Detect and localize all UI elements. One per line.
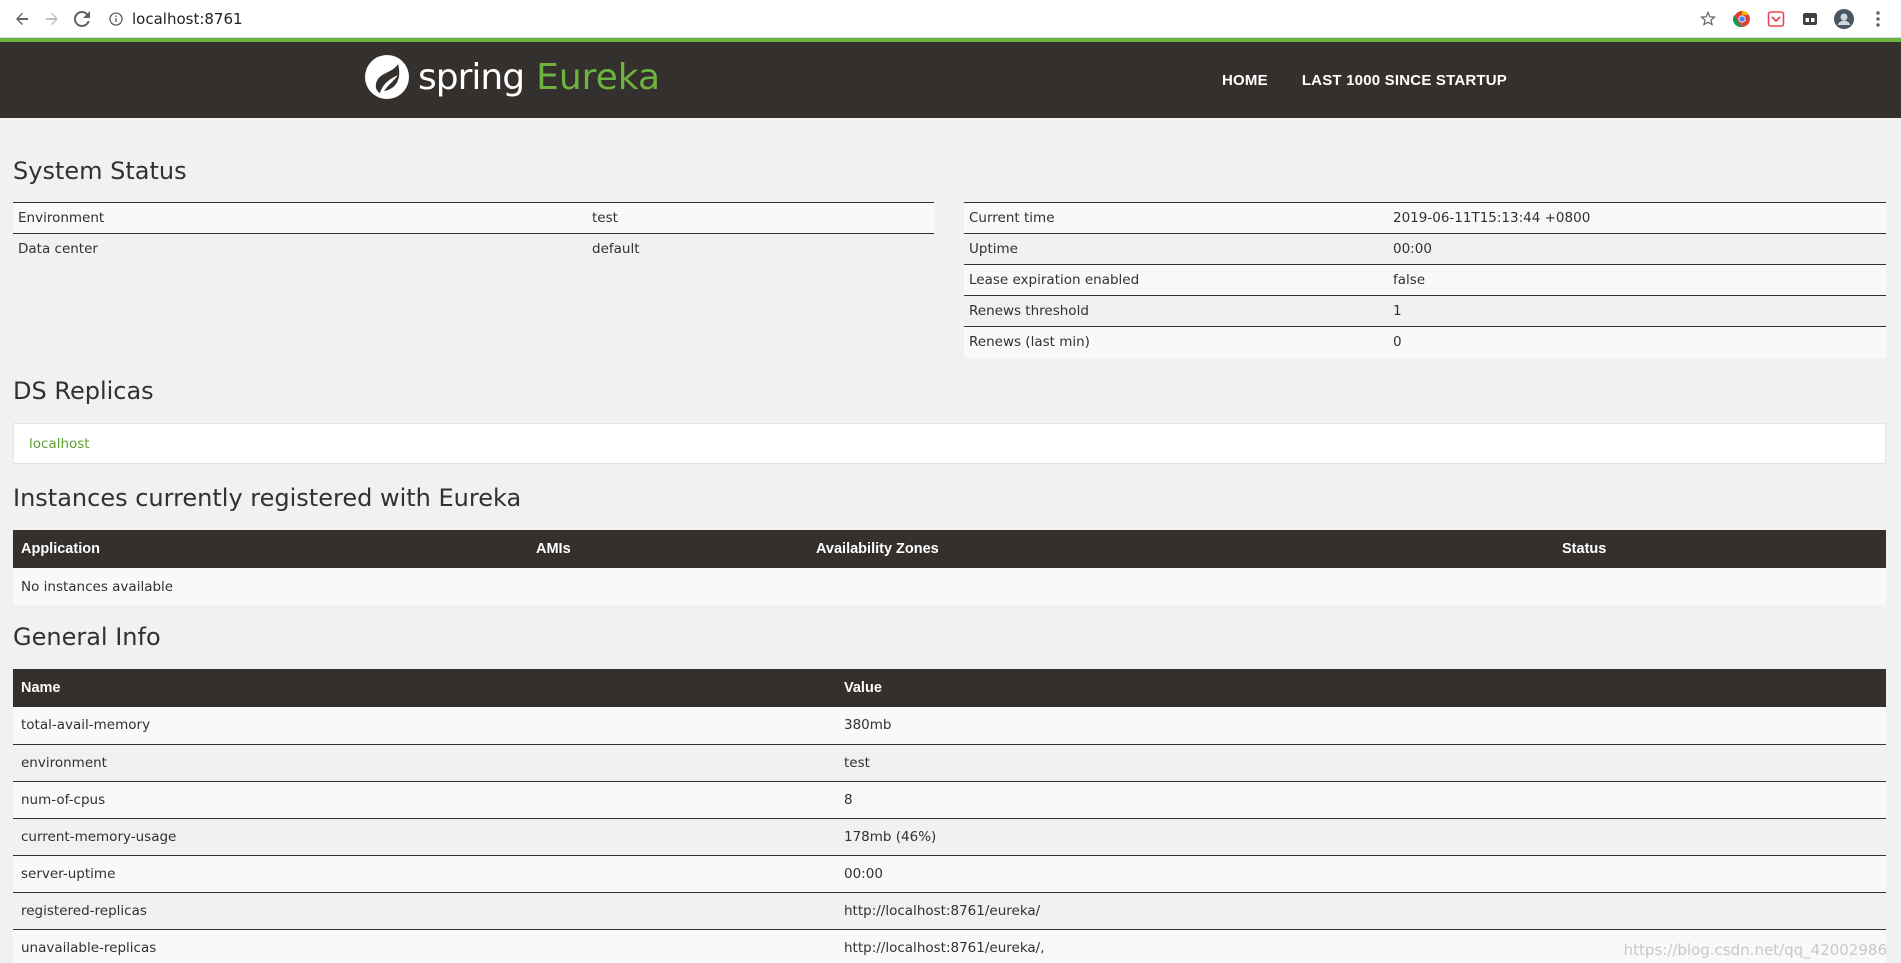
info-name: unavailable-replicas xyxy=(13,929,836,963)
brand-eureka-text: Eureka xyxy=(536,56,661,98)
status-value: 1 xyxy=(1388,295,1886,327)
extension-icon[interactable] xyxy=(1799,8,1821,30)
status-row: Lease expiration enabled false xyxy=(964,264,1886,296)
nav-home[interactable]: HOME xyxy=(1222,72,1268,89)
table-row: environment test xyxy=(13,744,1886,782)
column-header: Status xyxy=(1554,530,1886,568)
table-row: unavailable-replicas http://localhost:87… xyxy=(13,929,1886,963)
system-status-right-table: Current time 2019-06-11T15:13:44 +0800 U… xyxy=(964,202,1886,358)
general-info-table: Name Value total-avail-memory 380mb envi… xyxy=(13,669,1886,963)
pocket-icon[interactable] xyxy=(1765,8,1787,30)
status-label: Lease expiration enabled xyxy=(964,264,1388,296)
arrow-left-icon xyxy=(16,12,28,25)
instances-title: Instances currently registered with Eure… xyxy=(13,484,522,512)
reload-icon xyxy=(74,10,90,27)
forward-button[interactable] xyxy=(38,5,66,33)
navbar: spring Eureka HOME LAST 1000 SINCE START… xyxy=(0,42,1901,118)
status-value: 0 xyxy=(1388,326,1886,358)
info-name: server-uptime xyxy=(13,855,836,893)
info-value: 380mb xyxy=(836,707,1886,745)
back-button[interactable] xyxy=(8,5,36,33)
info-value: http://localhost:8761/eureka/ xyxy=(836,892,1886,930)
arrow-right-icon xyxy=(46,12,58,25)
instances-table: Application AMIs Availability Zones Stat… xyxy=(13,530,1886,605)
replica-link[interactable]: localhost xyxy=(29,436,90,452)
column-header: Availability Zones xyxy=(808,530,1554,568)
table-row: registered-replicas http://localhost:876… xyxy=(13,892,1886,930)
system-status-title: System Status xyxy=(13,157,187,185)
brand-spring-text: spring xyxy=(418,56,525,98)
status-row: Current time 2019-06-11T15:13:44 +0800 xyxy=(964,202,1886,234)
ds-replicas-title: DS Replicas xyxy=(13,377,154,405)
status-label: Renews (last min) xyxy=(964,326,1388,358)
table-row: No instances available xyxy=(13,568,1886,605)
status-row: Environment test xyxy=(13,202,934,234)
table-row: server-uptime 00:00 xyxy=(13,855,1886,893)
table-header-row: Application AMIs Availability Zones Stat… xyxy=(13,530,1886,568)
column-header: Name xyxy=(13,669,836,707)
column-header: Application xyxy=(13,530,528,568)
address-bar[interactable]: localhost:8761 xyxy=(106,5,1697,33)
ds-replicas-list: localhost xyxy=(13,423,1886,464)
status-label: Current time xyxy=(964,202,1388,234)
status-label: Renews threshold xyxy=(964,295,1388,327)
star-icon[interactable] xyxy=(1697,8,1719,30)
table-row: total-avail-memory 380mb xyxy=(13,707,1886,745)
info-value: 00:00 xyxy=(836,855,1886,893)
spring-eureka-logo[interactable]: spring Eureka xyxy=(364,54,660,100)
watermark: https://blog.csdn.net/qq_42002986 xyxy=(1623,941,1887,959)
status-value: test xyxy=(587,202,934,234)
column-header: AMIs xyxy=(528,530,808,568)
status-label: Data center xyxy=(13,233,587,265)
column-header: Value xyxy=(836,669,1886,707)
status-value: false xyxy=(1388,264,1886,296)
reload-button[interactable] xyxy=(68,5,96,33)
chrome-extension-icon[interactable] xyxy=(1731,8,1753,30)
profile-avatar[interactable] xyxy=(1833,8,1855,30)
status-value: default xyxy=(587,233,934,265)
table-header-row: Name Value xyxy=(13,669,1886,707)
table-row: num-of-cpus 8 xyxy=(13,781,1886,819)
info-name: current-memory-usage xyxy=(13,818,836,856)
info-value: test xyxy=(836,744,1886,782)
general-info-title: General Info xyxy=(13,623,161,651)
info-name: environment xyxy=(13,744,836,782)
system-status-left-table: Environment test Data center default xyxy=(13,202,934,265)
status-value: 2019-06-11T15:13:44 +0800 xyxy=(1388,202,1886,234)
url-text: localhost:8761 xyxy=(132,9,243,28)
status-label: Uptime xyxy=(964,233,1388,265)
spring-leaf-icon xyxy=(365,55,409,99)
info-name: total-avail-memory xyxy=(13,707,836,745)
info-name: registered-replicas xyxy=(13,892,836,930)
info-value: 8 xyxy=(836,781,1886,819)
status-label: Environment xyxy=(13,202,587,234)
info-value: 178mb (46%) xyxy=(836,818,1886,856)
status-row: Renews threshold 1 xyxy=(964,295,1886,327)
menu-icon[interactable] xyxy=(1867,8,1889,30)
info-name: num-of-cpus xyxy=(13,781,836,819)
info-icon[interactable] xyxy=(106,9,126,29)
status-value: 00:00 xyxy=(1388,233,1886,265)
empty-state-text: No instances available xyxy=(13,568,1886,605)
table-row: current-memory-usage 178mb (46%) xyxy=(13,818,1886,856)
nav-last-1000-since-startup[interactable]: LAST 1000 SINCE STARTUP xyxy=(1302,72,1507,89)
status-row: Renews (last min) 0 xyxy=(964,326,1886,358)
status-row: Uptime 00:00 xyxy=(964,233,1886,265)
status-row: Data center default xyxy=(13,233,934,265)
browser-toolbar: localhost:8761 xyxy=(0,0,1901,38)
